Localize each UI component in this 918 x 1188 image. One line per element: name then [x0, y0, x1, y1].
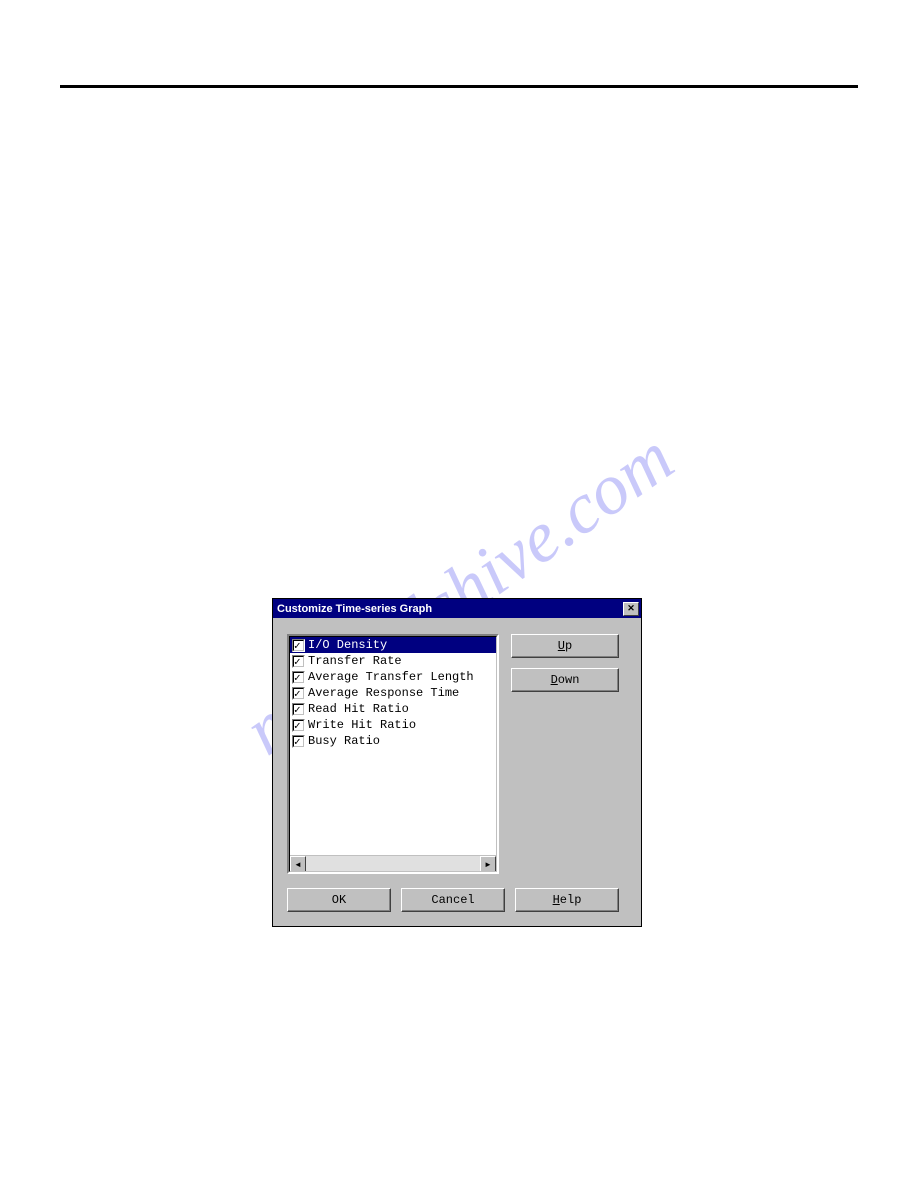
list-item[interactable]: ✓ Average Transfer Length	[290, 669, 496, 685]
checkbox[interactable]: ✓	[292, 639, 305, 652]
close-icon[interactable]: ✕	[623, 602, 639, 616]
scroll-left-icon[interactable]: ◄	[290, 856, 306, 872]
listbox-items: ✓ I/O Density ✓ Transfer Rate ✓ Average …	[290, 637, 496, 855]
list-item[interactable]: ✓ Average Response Time	[290, 685, 496, 701]
horizontal-scrollbar[interactable]: ◄ ►	[290, 855, 496, 871]
list-item[interactable]: ✓ Write Hit Ratio	[290, 717, 496, 733]
customize-timeseries-dialog: Customize Time-series Graph ✕ ✓ I/O Dens…	[272, 598, 642, 927]
list-item-label: Write Hit Ratio	[308, 718, 416, 732]
checkbox[interactable]: ✓	[292, 671, 305, 684]
list-item[interactable]: ✓ Busy Ratio	[290, 733, 496, 749]
list-item-label: Average Transfer Length	[308, 670, 474, 684]
list-item-label: Average Response Time	[308, 686, 459, 700]
list-item-label: Busy Ratio	[308, 734, 380, 748]
scroll-right-icon[interactable]: ►	[480, 856, 496, 872]
checkbox[interactable]: ✓	[292, 703, 305, 716]
help-button[interactable]: Help	[515, 888, 619, 912]
up-button[interactable]: Up	[511, 634, 619, 658]
list-item-label: Transfer Rate	[308, 654, 402, 668]
dialog-body: ✓ I/O Density ✓ Transfer Rate ✓ Average …	[273, 618, 641, 926]
checkbox[interactable]: ✓	[292, 655, 305, 668]
reorder-buttons: Up Down	[511, 634, 619, 874]
list-item[interactable]: ✓ Transfer Rate	[290, 653, 496, 669]
dialog-action-buttons: OK Cancel Help	[287, 888, 627, 912]
ok-button[interactable]: OK	[287, 888, 391, 912]
dialog-titlebar[interactable]: Customize Time-series Graph ✕	[273, 599, 641, 618]
metrics-listbox[interactable]: ✓ I/O Density ✓ Transfer Rate ✓ Average …	[287, 634, 499, 874]
checkbox[interactable]: ✓	[292, 687, 305, 700]
scroll-track[interactable]	[306, 856, 480, 871]
content-row: ✓ I/O Density ✓ Transfer Rate ✓ Average …	[287, 634, 627, 874]
checkbox[interactable]: ✓	[292, 735, 305, 748]
checkbox[interactable]: ✓	[292, 719, 305, 732]
list-item-label: Read Hit Ratio	[308, 702, 409, 716]
list-item[interactable]: ✓ Read Hit Ratio	[290, 701, 496, 717]
page-top-rule	[60, 85, 858, 88]
list-item-label: I/O Density	[308, 638, 387, 652]
down-button[interactable]: Down	[511, 668, 619, 692]
list-item[interactable]: ✓ I/O Density	[290, 637, 496, 653]
cancel-button[interactable]: Cancel	[401, 888, 505, 912]
dialog-title: Customize Time-series Graph	[277, 603, 432, 615]
